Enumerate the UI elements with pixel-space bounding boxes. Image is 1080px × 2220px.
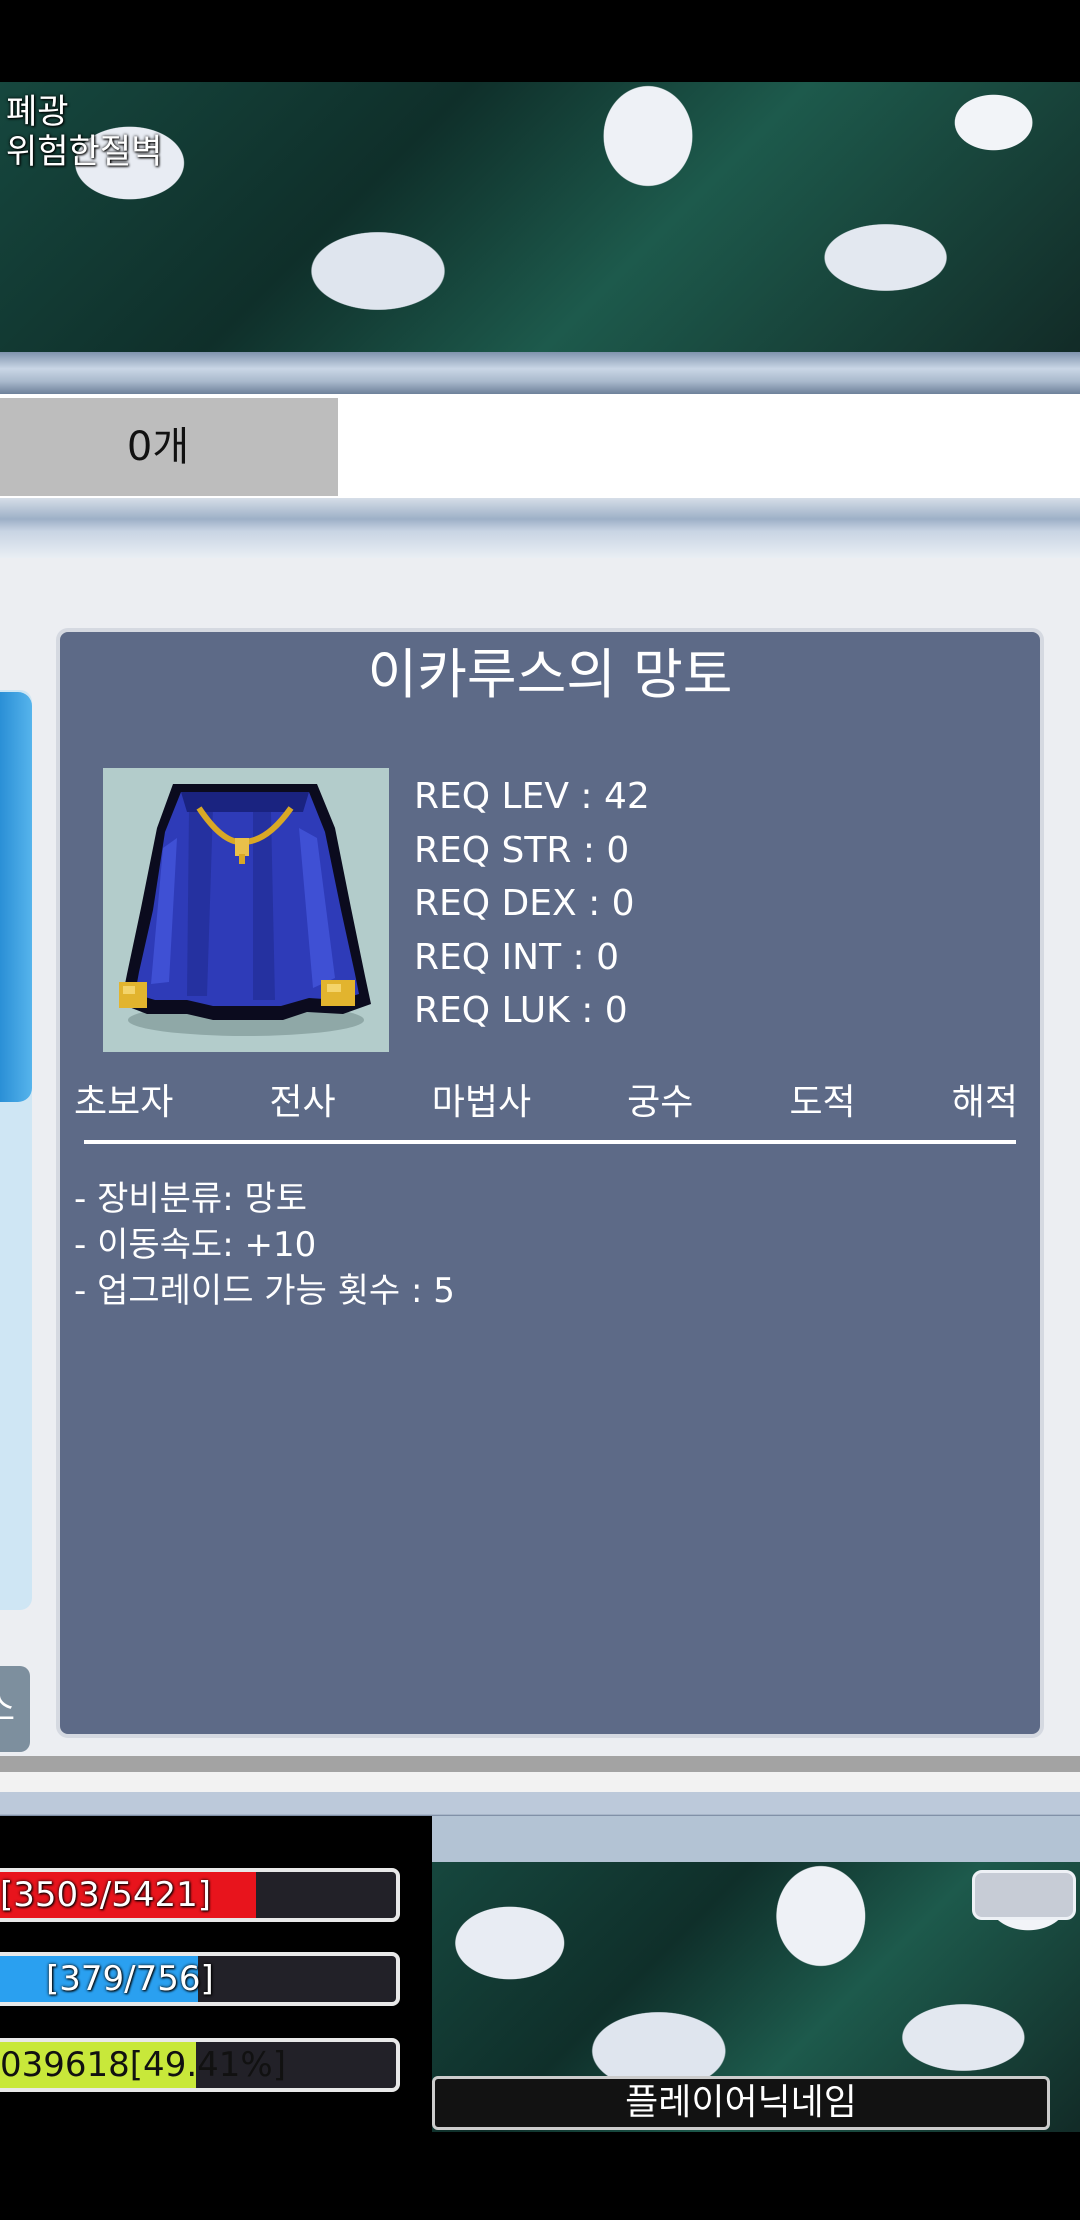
map-name: 위험한절벽 xyxy=(6,132,163,172)
job-pirate: 해적 xyxy=(951,1082,1018,1123)
window-frame-top xyxy=(0,352,1080,394)
map-location: 폐광 위험한절벽 xyxy=(6,92,162,172)
window-frame-bottom xyxy=(0,1756,1080,1816)
job-warrior: 전사 xyxy=(269,1082,336,1123)
divider-line xyxy=(84,1140,1016,1144)
mp-text: [379/756] xyxy=(46,1959,214,1999)
item-name: 이카루스의 망토 xyxy=(367,643,733,706)
item-list-scroll-thumb[interactable] xyxy=(0,692,32,1102)
item-speed: - 이동속도: +10 xyxy=(74,1225,317,1265)
req-str: REQ STR : 0 xyxy=(414,829,630,871)
window-frame-divider xyxy=(0,498,1080,558)
hp-text: [3503/5421] xyxy=(0,1875,212,1915)
blue-cape-icon xyxy=(119,784,371,1036)
job-beginner: 초보자 xyxy=(74,1082,174,1123)
req-level: REQ LEV : 42 xyxy=(414,776,650,817)
side-button[interactable]: 소 xyxy=(0,1666,30,1752)
item-category: - 장비분류: 망토 xyxy=(74,1179,308,1219)
req-luk: REQ LUK : 0 xyxy=(414,990,628,1031)
player-nickname: 플레이어닉네임 xyxy=(432,2076,1050,2130)
exp-bar: 039618[49.41%] xyxy=(0,2038,400,2092)
item-icon-frame xyxy=(103,768,389,1052)
map-region: 폐광 xyxy=(6,92,69,132)
req-int: REQ INT : 0 xyxy=(414,936,619,978)
item-description: - 장비분류: 망토 - 이동속도: +10 - 업그레이드 가능 횟수 : 5 xyxy=(74,1176,455,1314)
req-dex: REQ DEX : 0 xyxy=(414,883,635,924)
navigation-bar xyxy=(0,2132,1080,2220)
exp-text: 039618[49.41%] xyxy=(0,2045,286,2085)
item-count-label: 0개 xyxy=(126,424,190,470)
item-upgrade-slots: - 업그레이드 가능 횟수 : 5 xyxy=(74,1271,455,1311)
requirement-list: REQ LEV : 42 REQ STR : 0 REQ DEX : 0 REQ… xyxy=(414,770,650,1038)
mp-bar: [379/756] xyxy=(0,1952,400,2006)
menu-button[interactable] xyxy=(972,1870,1076,1920)
status-bar xyxy=(0,0,1080,82)
job-archer: 궁수 xyxy=(627,1082,694,1123)
job-list: 초보자 전사 마법사 궁수 도적 해적 xyxy=(74,1078,1018,1128)
job-thief: 도적 xyxy=(789,1082,856,1123)
job-magician: 마법사 xyxy=(431,1082,532,1123)
side-button-label: 소 xyxy=(0,1688,15,1729)
hp-bar: [3503/5421] xyxy=(0,1868,400,1922)
